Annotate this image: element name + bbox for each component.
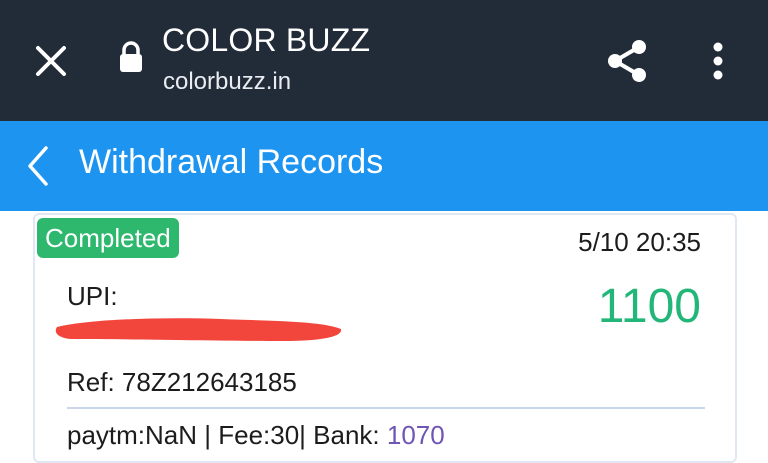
share-icon xyxy=(608,40,646,82)
fee-details: paytm:NaN | Fee:30| Bank: 1070 xyxy=(67,420,445,451)
reference-number: Ref: 78Z212643185 xyxy=(67,367,297,397)
site-title: COLOR BUZZ xyxy=(162,22,371,58)
bank-amount: 1070 xyxy=(386,420,445,450)
record-datetime: 5/10 20:35 xyxy=(578,227,701,257)
lock-icon xyxy=(120,41,142,72)
share-button[interactable] xyxy=(598,34,656,88)
withdrawal-amount: 1100 xyxy=(597,280,701,333)
close-button[interactable] xyxy=(28,38,74,84)
more-options-button[interactable] xyxy=(698,34,738,88)
chevron-left-icon xyxy=(28,146,48,186)
back-button[interactable] xyxy=(16,141,60,191)
payment-method-label: UPI: xyxy=(67,281,118,311)
close-icon xyxy=(36,46,66,76)
more-vert-icon xyxy=(713,42,723,80)
divider xyxy=(67,407,705,409)
withdrawal-record-card[interactable]: Completed 5/10 20:35 UPI: 1100 Ref: 78Z2… xyxy=(33,213,737,463)
fee-details-text: paytm:NaN | Fee:30| Bank: xyxy=(67,420,387,450)
browser-toolbar: COLOR BUZZ colorbuzz.in xyxy=(0,0,768,121)
status-badge: Completed xyxy=(37,218,179,258)
site-url[interactable]: colorbuzz.in xyxy=(163,68,291,96)
page-header: Withdrawal Records xyxy=(0,121,768,211)
page-title: Withdrawal Records xyxy=(79,143,384,181)
redaction-scribble xyxy=(55,318,342,341)
